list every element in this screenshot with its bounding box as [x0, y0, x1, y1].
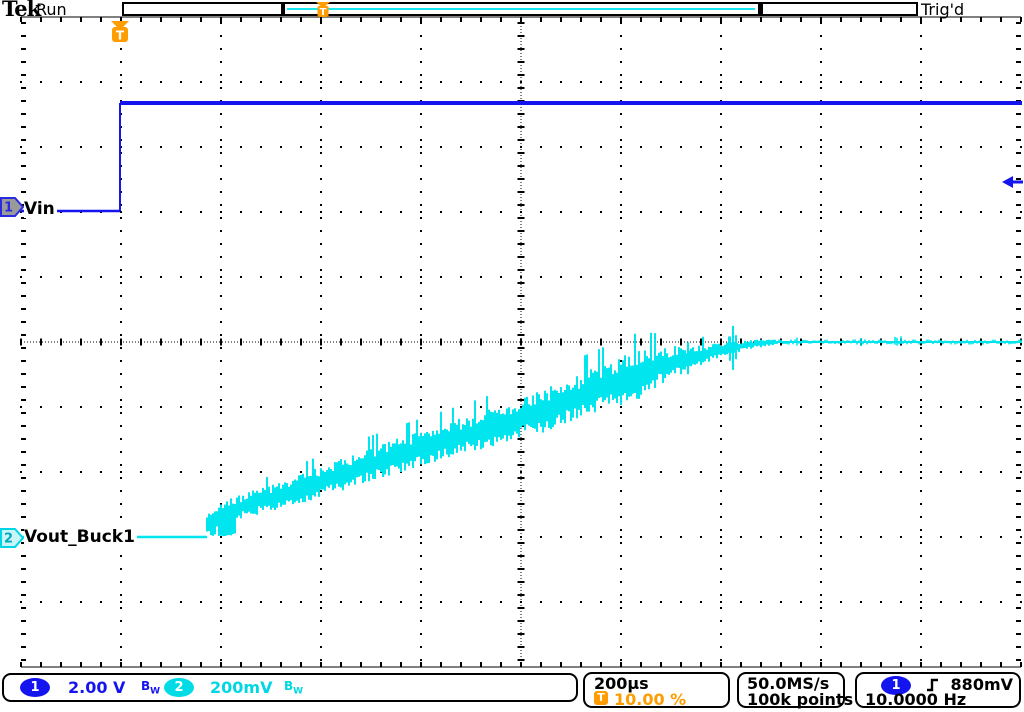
oscilloscope-screen: T Tek Run Trig'd T 1 2 Vin Vout_Buck1 1 …	[0, 0, 1024, 712]
trigger-position-marker[interactable]: T	[111, 21, 129, 43]
record-waveform-line	[287, 8, 755, 10]
record-segment-post	[761, 2, 918, 16]
ch1-bandwidth-icon: BW	[141, 679, 160, 696]
trigger-status: Trig'd	[921, 0, 964, 19]
trigger-position-icon: T	[594, 691, 608, 705]
trigger-readout-box[interactable]: 1 880mV 10.0000 Hz	[855, 672, 1021, 708]
ch1-badge: 1	[20, 678, 50, 697]
ch2-number: 2	[4, 532, 13, 547]
ch2-label: Vout_Buck1	[24, 528, 137, 546]
trigger-level-arrow[interactable]	[1002, 176, 1023, 188]
ch1-scale: 2.00 V	[68, 678, 125, 697]
record-trigger-icon: T	[315, 1, 331, 18]
tek-logo: Tek	[2, 0, 40, 21]
record-trigger-letter: T	[320, 7, 327, 18]
ch2-bandwidth-icon: BW	[284, 679, 303, 696]
channel-readout-box[interactable]: 1 2.00 V BW 2 200mV BW	[2, 673, 578, 702]
record-length-value: 100k points	[747, 690, 853, 709]
ch2-scale: 200mV	[210, 678, 272, 697]
svg-text:T: T	[116, 29, 125, 43]
ch1-ground-marker[interactable]: 1	[0, 196, 26, 220]
ch1-number: 1	[4, 201, 13, 216]
acquisition-readout-box[interactable]: 50.0MS/s 100k points	[737, 672, 845, 708]
record-segment-pre	[122, 2, 283, 16]
ch1-label: Vin	[24, 200, 57, 218]
scope-display: T	[0, 0, 1024, 712]
ch2-ground-marker[interactable]: 2	[0, 527, 26, 551]
ch2-badge: 2	[164, 678, 194, 697]
trigger-position-value: 10.00 %	[614, 690, 686, 709]
horizontal-readout-box[interactable]: 200µs T 10.00 %	[583, 672, 730, 708]
acquisition-status: Run	[36, 0, 67, 19]
trigger-frequency-value: 10.0000 Hz	[865, 690, 966, 709]
